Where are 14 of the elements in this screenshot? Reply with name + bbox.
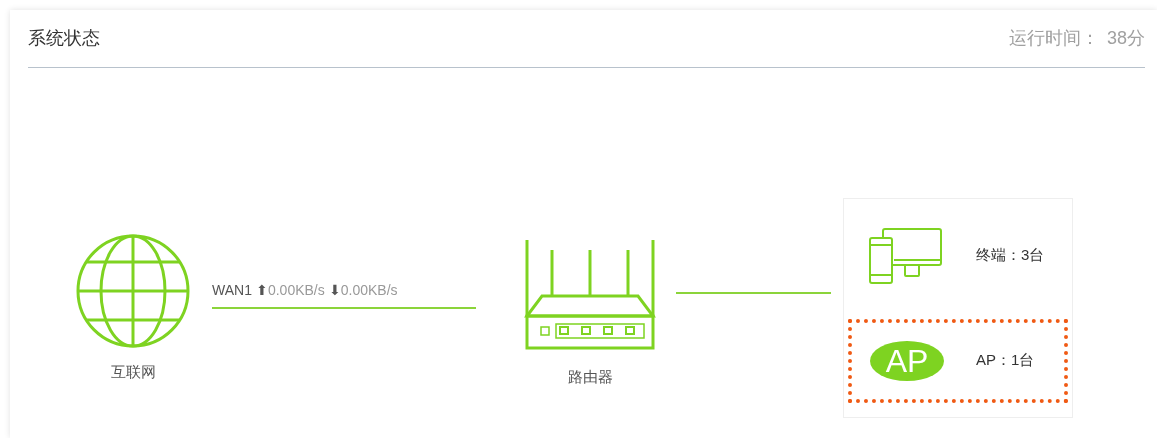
router-icon xyxy=(524,237,656,350)
phone-and-monitor-icon xyxy=(869,227,945,284)
uptime-label: 运行时间： xyxy=(1008,27,1099,50)
download-rate: ⬇0.00KB/s xyxy=(328,280,398,300)
wan-name: WAN1 xyxy=(212,280,252,300)
uptime-value: 38分 xyxy=(1106,27,1145,50)
ap-logo: AP xyxy=(870,340,944,381)
internet-label: 互联网 xyxy=(110,361,156,382)
device-count: AP：1台 xyxy=(976,350,1035,371)
upload-rate: ⬆0.00KB/s xyxy=(255,280,325,300)
device-count: 终端：3台 xyxy=(976,245,1045,266)
router-label: 路由器 xyxy=(567,366,613,387)
card-title: 系统状态 xyxy=(28,27,100,50)
globe-icon xyxy=(75,232,191,349)
